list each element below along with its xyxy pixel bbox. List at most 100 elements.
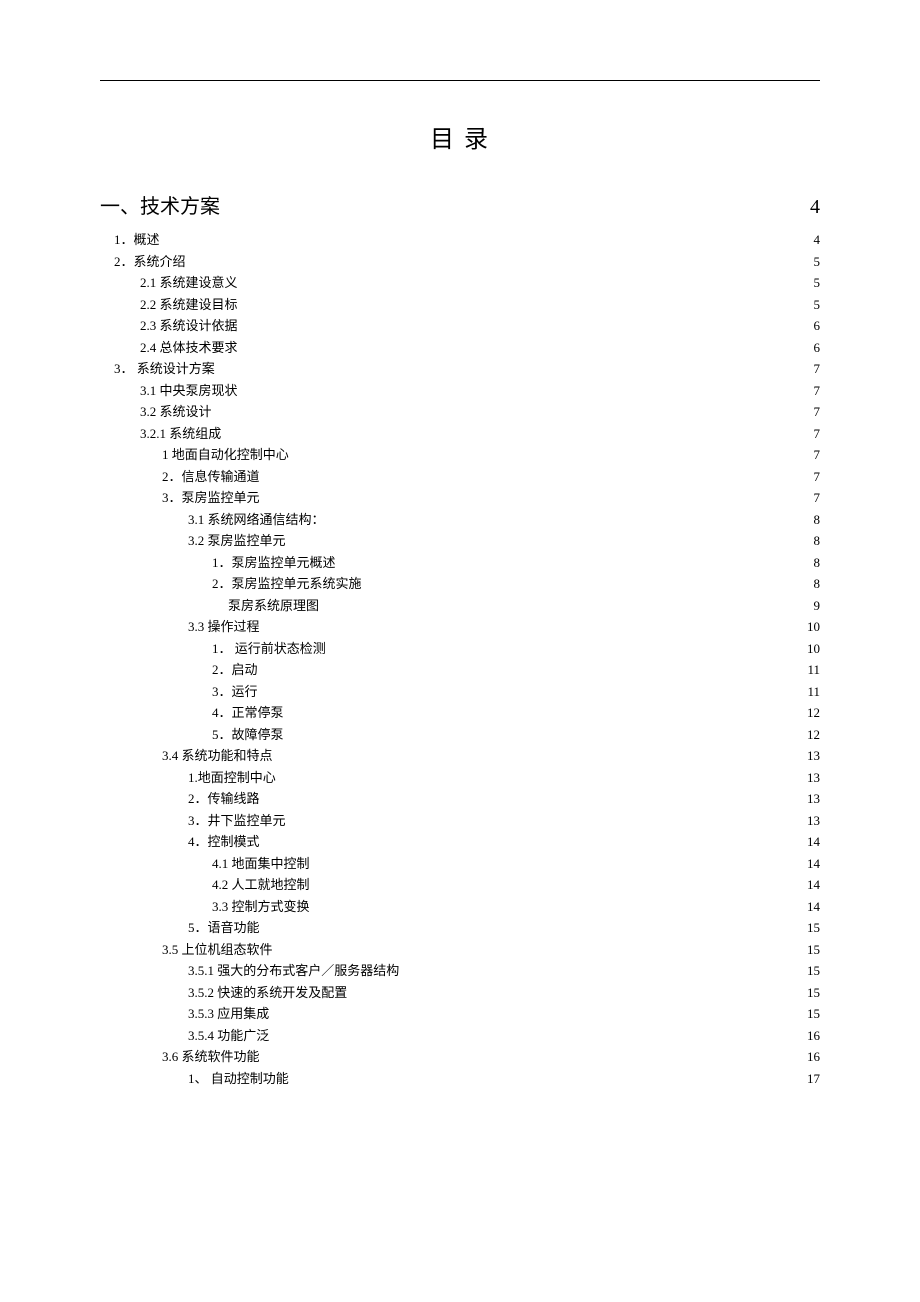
toc-entry: 3.5.2 快速的系统开发及配置15: [100, 986, 820, 999]
toc-entry-label: 3.5.4 功能广泛: [188, 1029, 269, 1042]
toc-entry-page: 16: [807, 1050, 820, 1063]
toc-entry-page: 5: [814, 298, 821, 311]
toc-entry-page: 14: [807, 835, 820, 848]
toc-entry-label: 1． 运行前状态检测: [212, 642, 326, 655]
toc-entry-label: 3.5 上位机组态软件: [162, 943, 273, 956]
toc-entry-label: 2.3 系统设计依据: [140, 319, 238, 332]
toc-entry-page: 7: [814, 405, 821, 418]
toc-entry: 3．运行 11: [100, 685, 820, 698]
toc-entry-page: 14: [807, 878, 820, 891]
toc-entry: 2．系统介绍 5: [100, 255, 820, 268]
toc-entry-page: 5: [814, 276, 821, 289]
toc-entry: 3.1 中央泵房现状 7: [100, 384, 820, 397]
toc-entry: 1． 运行前状态检测 10: [100, 642, 820, 655]
toc-entry-label: 4．正常停泵: [212, 706, 284, 719]
toc-entry: 1．泵房监控单元概述8: [100, 556, 820, 569]
toc-entry-label: 3.3 操作过程: [188, 620, 260, 633]
toc-entry-page: 11: [807, 663, 820, 676]
toc-entry-label: 4.2 人工就地控制: [212, 878, 310, 891]
toc-entry-label: 3． 系统设计方案: [114, 362, 215, 375]
toc-entry: 3．井下监控单元 13: [100, 814, 820, 827]
document-page: 目 录 一、技术方案41．概述42．系统介绍52.1 系统建设意义52.2 系统…: [0, 0, 920, 1153]
toc-entry-label: 5．故障停泵: [212, 728, 284, 741]
toc-entry-page: 15: [807, 943, 820, 956]
toc-entry: 5．语音功能 15: [100, 921, 820, 934]
toc-entry: 2．传输线路13: [100, 792, 820, 805]
toc-entry: 1、 自动控制功能17: [100, 1072, 820, 1085]
toc-entry: 一、技术方案4: [100, 190, 820, 219]
toc-entry-label: 泵房系统原理图: [228, 599, 319, 612]
header-rule: [100, 80, 820, 81]
toc-entry-label: 3.6 系统软件功能: [162, 1050, 260, 1063]
toc-entry-label: 1．概述: [114, 233, 160, 246]
toc-entry-label: 2．信息传输通道: [162, 470, 260, 483]
toc-entry-page: 13: [807, 771, 820, 784]
toc-entry: 4．控制模式 14: [100, 835, 820, 848]
toc-entry-label: 2.4 总体技术要求: [140, 341, 238, 354]
toc-entry: 3.3 控制方式变换 14: [100, 900, 820, 913]
toc-entry-page: 5: [814, 255, 821, 268]
toc-entry: 4.2 人工就地控制 14: [100, 878, 820, 891]
toc-entry: 3.2.1 系统组成7: [100, 427, 820, 440]
toc-entry-page: 13: [807, 814, 820, 827]
toc-entry: 泵房系统原理图 9: [100, 599, 820, 612]
toc-entry: 3.3 操作过程 10: [100, 620, 820, 633]
toc-entry-page: 14: [807, 900, 820, 913]
toc-entry-page: 14: [807, 857, 820, 870]
toc-entry-page: 7: [814, 470, 821, 483]
toc-entry-page: 13: [807, 749, 820, 762]
toc-entry: 2．启动 11: [100, 663, 820, 676]
toc-entry-label: 3.1 中央泵房现状: [140, 384, 238, 397]
toc-entry-label: 3．泵房监控单元: [162, 491, 260, 504]
toc-entry-page: 8: [814, 534, 821, 547]
toc-entry-label: 3.1 系统网络通信结构：: [188, 513, 325, 526]
toc-entry: 1 地面自动化控制中心7: [100, 448, 820, 461]
toc-entry-label: 4．控制模式: [188, 835, 260, 848]
toc-entry: 3.5.1 强大的分布式客户／服务器结构15: [100, 964, 820, 977]
toc-entry-label: 3.3 控制方式变换: [212, 900, 310, 913]
toc-entry-label: 2．启动: [212, 663, 258, 676]
toc-entry-label: 3．运行: [212, 685, 258, 698]
toc-entry: 2.4 总体技术要求6: [100, 341, 820, 354]
toc-entry-label: 5．语音功能: [188, 921, 260, 934]
toc-entry-page: 6: [814, 319, 821, 332]
toc-entry: 2.1 系统建设意义5: [100, 276, 820, 289]
toc-entry-page: 7: [814, 427, 821, 440]
toc-entry: 4．正常停泵 12: [100, 706, 820, 719]
toc-entry: 3.5 上位机组态软件 15: [100, 943, 820, 956]
toc-entry-page: 4: [810, 196, 820, 219]
toc-entry-page: 15: [807, 1007, 820, 1020]
toc-entry: 3.2 泵房监控单元 8: [100, 534, 820, 547]
toc-entry-page: 12: [807, 706, 820, 719]
toc-entry-page: 7: [814, 491, 821, 504]
toc-entry-page: 7: [814, 362, 821, 375]
toc-entry: 3.5.4 功能广泛16: [100, 1029, 820, 1042]
toc-entry-label: 1.地面控制中心: [188, 771, 276, 784]
toc-entry: 3.6 系统软件功能 16: [100, 1050, 820, 1063]
toc-entry-page: 15: [807, 921, 820, 934]
toc-entry-page: 9: [814, 599, 821, 612]
toc-title: 目 录: [100, 119, 820, 154]
toc-entry-label: 1．泵房监控单元概述: [212, 556, 336, 569]
toc-entry-page: 11: [807, 685, 820, 698]
toc-entry: 3.1 系统网络通信结构： 8: [100, 513, 820, 526]
toc-entry: 3.2 系统设计 7: [100, 405, 820, 418]
toc-entry-page: 8: [814, 513, 821, 526]
toc-entry-label: 3.2 泵房监控单元: [188, 534, 286, 547]
toc-entry-page: 10: [807, 642, 820, 655]
toc-entry-label: 3.5.3 应用集成: [188, 1007, 269, 1020]
toc-entry-label: 1 地面自动化控制中心: [162, 448, 289, 461]
toc-entry-page: 10: [807, 620, 820, 633]
toc-entry-page: 7: [814, 384, 821, 397]
toc-entry: 1.地面控制中心 13: [100, 771, 820, 784]
toc-entry: 3．泵房监控单元 7: [100, 491, 820, 504]
toc-entry-page: 17: [807, 1072, 820, 1085]
toc-entry: 3.4 系统功能和特点13: [100, 749, 820, 762]
toc-entry: 5．故障停泵12: [100, 728, 820, 741]
toc-entry-label: 3．井下监控单元: [188, 814, 286, 827]
toc-entry-label: 3.2 系统设计: [140, 405, 212, 418]
toc-entry-page: 8: [814, 577, 821, 590]
toc-entry-page: 4: [814, 233, 821, 246]
toc-entry-label: 3.5.2 快速的系统开发及配置: [188, 986, 347, 999]
toc-entry-label: 2．系统介绍: [114, 255, 186, 268]
